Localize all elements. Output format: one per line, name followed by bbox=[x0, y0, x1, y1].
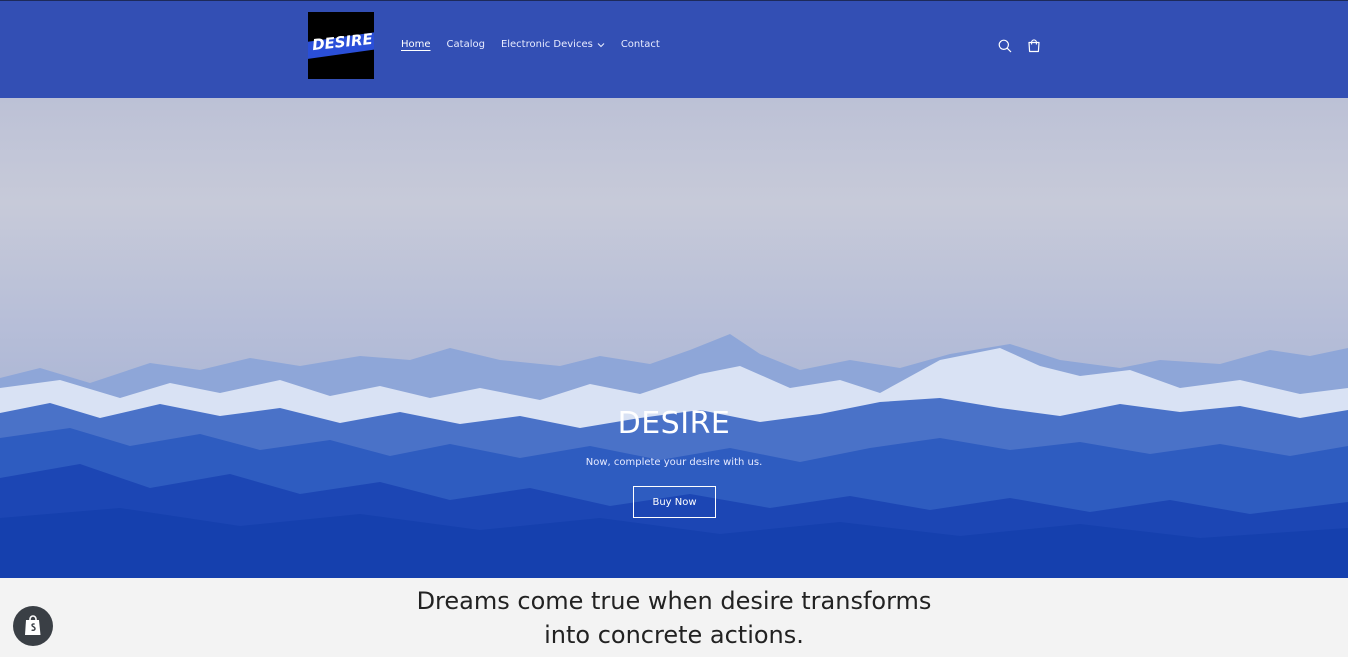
tagline-line-2: into concrete actions. bbox=[544, 621, 804, 649]
nav-item-label: Catalog bbox=[446, 39, 485, 50]
hero-subtitle: Now, complete your desire with us. bbox=[585, 457, 763, 468]
cart-icon[interactable] bbox=[1026, 38, 1042, 54]
nav-item-label: Contact bbox=[620, 39, 660, 50]
tagline: Dreams come true when desire transforms … bbox=[0, 584, 1348, 652]
main-nav: Home Catalog Electronic Devices Contact bbox=[401, 39, 660, 50]
shopify-badge[interactable] bbox=[13, 606, 53, 646]
hero-banner: DESIRE Now, complete your desire with us… bbox=[0, 98, 1348, 578]
site-header: DESIRE Home Catalog Electronic Devices C… bbox=[0, 1, 1348, 98]
nav-item-electronic-devices[interactable]: Electronic Devices bbox=[501, 39, 605, 50]
nav-item-label: Electronic Devices bbox=[500, 39, 593, 50]
hero-title: DESIRE bbox=[617, 406, 731, 441]
nav-item-label: Home bbox=[401, 39, 431, 50]
search-icon[interactable] bbox=[997, 38, 1013, 54]
nav-item-contact[interactable]: Contact bbox=[621, 39, 660, 50]
buy-now-button[interactable]: Buy Now bbox=[633, 486, 716, 518]
shopping-bag-icon bbox=[25, 615, 41, 635]
brand-logo[interactable]: DESIRE bbox=[308, 12, 374, 79]
nav-item-catalog[interactable]: Catalog bbox=[447, 39, 485, 50]
nav-item-home[interactable]: Home bbox=[401, 39, 431, 50]
tagline-line-1: Dreams come true when desire transforms bbox=[416, 587, 932, 615]
chevron-down-icon bbox=[597, 42, 605, 48]
